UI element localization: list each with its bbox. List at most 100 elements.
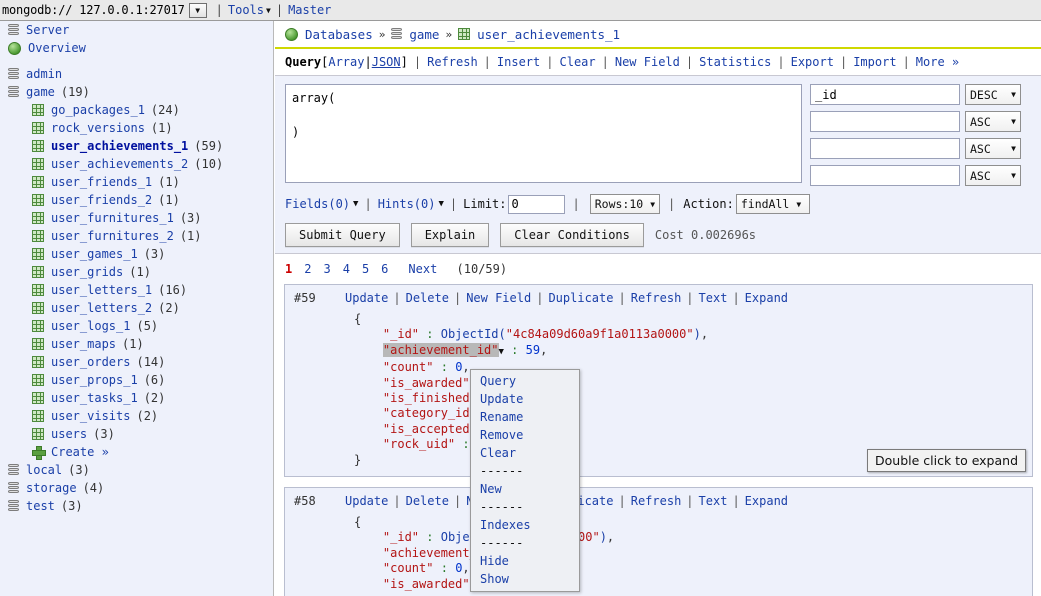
sidebar-collection-rock_versions[interactable]: rock_versions(1)	[0, 119, 273, 137]
context-menu-item-show[interactable]: Show	[471, 570, 579, 588]
sidebar-item-server[interactable]: Server	[0, 21, 273, 39]
rows-select[interactable]: Rows:10 ▼	[590, 194, 660, 214]
query-input[interactable]: array( )	[285, 84, 802, 183]
sidebar-collection-user_friends_1[interactable]: user_friends_1(1)	[0, 173, 273, 191]
context-menu-item-clear[interactable]: Clear	[471, 444, 579, 462]
page-link-4[interactable]: 4	[343, 262, 350, 276]
record-action-duplicate[interactable]: Duplicate	[548, 291, 613, 305]
json-key-count[interactable]: "count"	[383, 561, 434, 575]
limit-input[interactable]	[508, 195, 565, 214]
submit-query-button[interactable]: Submit Query	[285, 223, 400, 247]
breadcrumb-collection[interactable]: user_achievements_1	[477, 27, 620, 42]
context-menu-item-hide[interactable]: Hide	[471, 552, 579, 570]
breadcrumb-databases[interactable]: Databases	[305, 27, 373, 42]
context-menu-item-query[interactable]: Query	[471, 372, 579, 390]
page-link-1[interactable]: 1	[285, 262, 292, 276]
page-link-2[interactable]: 2	[304, 262, 311, 276]
sidebar-collection-user_achievements_2[interactable]: user_achievements_2(10)	[0, 155, 273, 173]
sidebar-collection-go_packages_1[interactable]: go_packages_1(24)	[0, 101, 273, 119]
sidebar-collection-user_props_1[interactable]: user_props_1(6)	[0, 371, 273, 389]
record-action-text[interactable]: Text	[699, 494, 728, 508]
json-key-is_awarded[interactable]: "is_awarded"	[383, 376, 470, 390]
query-toolbar-link-statistics[interactable]: Statistics	[699, 55, 771, 69]
breadcrumb-database[interactable]: game	[409, 27, 439, 42]
tools-menu[interactable]: Tools	[228, 3, 264, 17]
context-menu-item-new[interactable]: New	[471, 480, 579, 498]
query-toolbar-link-import[interactable]: Import	[853, 55, 896, 69]
sort-field-input-1[interactable]	[810, 84, 960, 105]
json-key-category_id[interactable]: "category_id"	[383, 406, 477, 420]
json-key-is_awarded[interactable]: "is_awarded"	[383, 577, 470, 591]
sidebar-collection-user_achievements_1[interactable]: user_achievements_1(59)	[0, 137, 273, 155]
query-toolbar-link-new-field[interactable]: New Field	[615, 55, 680, 69]
record-action-delete[interactable]: Delete	[406, 494, 449, 508]
fields-dropdown[interactable]: Fields(0)	[285, 197, 350, 211]
sidebar-collection-users[interactable]: users(3)	[0, 425, 273, 443]
action-select[interactable]: findAll ▼	[736, 194, 810, 214]
record-action-update[interactable]: Update	[345, 494, 388, 508]
sidebar-collection-user_friends_2[interactable]: user_friends_2(1)	[0, 191, 273, 209]
query-toolbar-link-refresh[interactable]: Refresh	[427, 55, 478, 69]
sidebar-item-overview[interactable]: Overview	[0, 39, 273, 57]
sidebar-collection-user_tasks_1[interactable]: user_tasks_1(2)	[0, 389, 273, 407]
sort-direction-select-1[interactable]: DESC▼	[965, 84, 1021, 105]
sidebar-collection-user_logs_1[interactable]: user_logs_1(5)	[0, 317, 273, 335]
query-toolbar-link-more[interactable]: More »	[916, 55, 959, 69]
explain-button[interactable]: Explain	[411, 223, 490, 247]
sidebar-database-storage[interactable]: storage(4)	[0, 479, 273, 497]
sort-field-input-3[interactable]	[810, 138, 960, 159]
connection-dropdown[interactable]: ▼	[189, 3, 207, 18]
sidebar-item-create[interactable]: Create »	[0, 443, 273, 461]
sidebar-collection-user_letters_2[interactable]: user_letters_2(2)	[0, 299, 273, 317]
json-key-achievement_id[interactable]: "achievement_id"	[383, 343, 499, 357]
page-link-6[interactable]: 6	[381, 262, 388, 276]
sidebar-collection-user_games_1[interactable]: user_games_1(3)	[0, 245, 273, 263]
json-key-count[interactable]: "count"	[383, 360, 434, 374]
sidebar-collection-user_letters_1[interactable]: user_letters_1(16)	[0, 281, 273, 299]
context-menu-item-indexes[interactable]: Indexes	[471, 516, 579, 534]
context-menu-item-rename[interactable]: Rename	[471, 408, 579, 426]
hints-dropdown[interactable]: Hints(0)	[378, 197, 436, 211]
record-action-expand[interactable]: Expand	[745, 291, 788, 305]
sort-direction-select-3[interactable]: ASC▼	[965, 138, 1021, 159]
next-page-link[interactable]: Next	[408, 262, 437, 276]
json-key-is_accepted[interactable]: "is_accepted"	[383, 422, 477, 436]
record-action-update[interactable]: Update	[345, 291, 388, 305]
record-action-text[interactable]: Text	[699, 291, 728, 305]
sidebar-collection-user_maps[interactable]: user_maps(1)	[0, 335, 273, 353]
sidebar-collection-user_orders[interactable]: user_orders(14)	[0, 353, 273, 371]
record-action-refresh[interactable]: Refresh	[631, 494, 682, 508]
sidebar-collection-user_visits[interactable]: user_visits(2)	[0, 407, 273, 425]
master-menu[interactable]: Master	[288, 3, 331, 17]
context-menu-item-remove[interactable]: Remove	[471, 426, 579, 444]
sidebar-database-test[interactable]: test(3)	[0, 497, 273, 515]
record-action-refresh[interactable]: Refresh	[631, 291, 682, 305]
sidebar-database-admin[interactable]: admin	[0, 65, 273, 83]
record-action-expand[interactable]: Expand	[745, 494, 788, 508]
record-action-delete[interactable]: Delete	[406, 291, 449, 305]
context-menu-item-update[interactable]: Update	[471, 390, 579, 408]
sidebar-database-local[interactable]: local(3)	[0, 461, 273, 479]
sidebar-collection-user_furnitures_1[interactable]: user_furnitures_1(3)	[0, 209, 273, 227]
mode-json-link[interactable]: JSON	[372, 55, 401, 69]
sort-field-input-2[interactable]	[810, 111, 960, 132]
query-toolbar-link-clear[interactable]: Clear	[560, 55, 596, 69]
mode-array-link[interactable]: Array	[328, 55, 364, 69]
page-link-5[interactable]: 5	[362, 262, 369, 276]
page-link-3[interactable]: 3	[323, 262, 330, 276]
query-toolbar-link-export[interactable]: Export	[791, 55, 834, 69]
chevron-down-icon[interactable]: ▼	[499, 347, 504, 357]
field-context-menu[interactable]: QueryUpdateRenameRemoveClear------New---…	[470, 369, 580, 592]
database-icon	[391, 28, 402, 41]
sort-field-input-4[interactable]	[810, 165, 960, 186]
sidebar-collection-user_grids[interactable]: user_grids(1)	[0, 263, 273, 281]
json-key-is_finished[interactable]: "is_finished"	[383, 391, 477, 405]
clear-conditions-button[interactable]: Clear Conditions	[500, 223, 644, 247]
record-action-new-field[interactable]: New Field	[466, 291, 531, 305]
sidebar-database-game[interactable]: game(19)	[0, 83, 273, 101]
json-key-rock_uid[interactable]: "rock_uid"	[383, 437, 455, 451]
sort-direction-select-4[interactable]: ASC▼	[965, 165, 1021, 186]
sidebar-collection-user_furnitures_2[interactable]: user_furnitures_2(1)	[0, 227, 273, 245]
query-toolbar-link-insert[interactable]: Insert	[497, 55, 540, 69]
sort-direction-select-2[interactable]: ASC▼	[965, 111, 1021, 132]
